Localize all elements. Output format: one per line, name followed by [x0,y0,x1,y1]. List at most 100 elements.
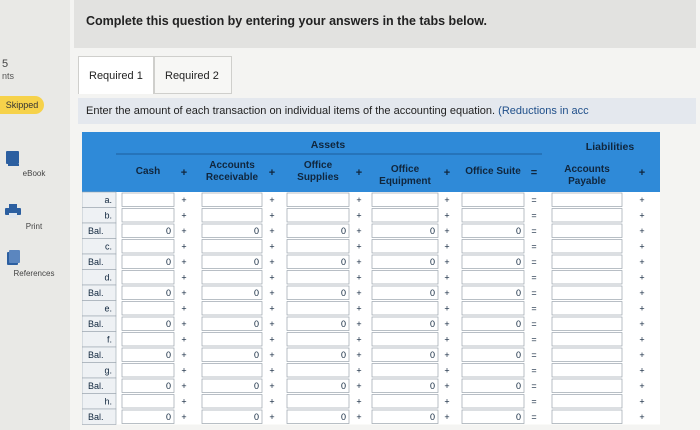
row-operator: = [531,242,536,252]
amount-input[interactable] [551,394,623,409]
row-label: Bal. [88,350,104,360]
amount-input[interactable] [371,394,439,409]
row-label: c. [105,242,112,252]
amount-input[interactable] [371,239,439,254]
amount-input[interactable] [551,285,623,300]
row-label: d. [104,273,112,283]
print-link[interactable]: Print [4,203,64,231]
amount-input[interactable] [201,332,263,347]
amount-input[interactable] [551,363,623,378]
amount-input[interactable] [286,332,350,347]
amount-input[interactable] [121,270,175,285]
amount-input[interactable] [286,254,350,269]
amount-input[interactable] [461,316,525,331]
amount-input[interactable] [551,301,623,316]
amount-input[interactable] [286,394,350,409]
tab-required-1[interactable]: Required 1 [78,56,154,94]
amount-input[interactable] [371,285,439,300]
amount-input[interactable] [461,301,525,316]
amount-input[interactable] [121,239,175,254]
balance-value: 0 [341,350,346,360]
amount-input[interactable] [461,285,525,300]
amount-input[interactable] [371,363,439,378]
amount-input[interactable] [201,394,263,409]
question-number: 5 [2,58,9,70]
amount-input[interactable] [286,363,350,378]
amount-input[interactable] [461,409,525,424]
amount-input[interactable] [201,208,263,223]
tab-required-2[interactable]: Required 2 [154,56,232,94]
amount-input[interactable] [371,409,439,424]
amount-input[interactable] [461,347,525,362]
amount-input[interactable] [371,316,439,331]
row-operator: + [444,319,449,329]
amount-input[interactable] [371,223,439,238]
amount-input[interactable] [286,192,350,207]
amount-input[interactable] [201,192,263,207]
amount-input[interactable] [286,378,350,393]
amount-input[interactable] [286,239,350,254]
amount-input[interactable] [461,192,525,207]
amount-input[interactable] [461,332,525,347]
amount-input[interactable] [371,378,439,393]
amount-input[interactable] [286,285,350,300]
row-operator: = [531,211,536,221]
amount-input[interactable] [286,223,350,238]
amount-input[interactable] [551,378,623,393]
amount-input[interactable] [461,223,525,238]
amount-input[interactable] [551,208,623,223]
amount-input[interactable] [371,254,439,269]
amount-input[interactable] [371,347,439,362]
amount-input[interactable] [371,192,439,207]
ebook-link[interactable]: eBook [4,150,64,178]
amount-input[interactable] [551,223,623,238]
amount-input[interactable] [461,363,525,378]
amount-input[interactable] [286,208,350,223]
references-label: References [13,269,55,278]
amount-input[interactable] [551,347,623,362]
amount-input[interactable] [461,254,525,269]
row-operator: + [639,319,644,329]
amount-input[interactable] [286,409,350,424]
row-operator: + [356,366,361,376]
row-operator: = [531,319,536,329]
row-operator: = [531,304,536,314]
amount-input[interactable] [121,192,175,207]
amount-input[interactable] [461,378,525,393]
amount-input[interactable] [201,239,263,254]
amount-input[interactable] [551,192,623,207]
amount-input[interactable] [371,301,439,316]
amount-input[interactable] [121,208,175,223]
printer-icon [4,203,64,219]
amount-input[interactable] [461,208,525,223]
row-operator: + [181,211,186,221]
amount-input[interactable] [371,332,439,347]
amount-input[interactable] [201,301,263,316]
amount-input[interactable] [461,394,525,409]
references-link[interactable]: References [4,250,64,278]
amount-input[interactable] [551,332,623,347]
amount-input[interactable] [121,301,175,316]
amount-input[interactable] [121,363,175,378]
question-indicator[interactable]: 5 nts [2,58,14,82]
balance-value: 0 [166,350,171,360]
amount-input[interactable] [286,301,350,316]
row-operator: + [269,319,274,329]
amount-input[interactable] [286,347,350,362]
amount-input[interactable] [201,363,263,378]
amount-input[interactable] [461,270,525,285]
amount-input[interactable] [371,208,439,223]
amount-input[interactable] [286,270,350,285]
row-label: Bal. [88,412,104,422]
amount-input[interactable] [371,270,439,285]
amount-input[interactable] [551,270,623,285]
amount-input[interactable] [121,394,175,409]
amount-input[interactable] [201,270,263,285]
amount-input[interactable] [551,239,623,254]
amount-input[interactable] [551,316,623,331]
amount-input[interactable] [121,332,175,347]
amount-input[interactable] [551,254,623,269]
amount-input[interactable] [551,409,623,424]
amount-input[interactable] [286,316,350,331]
amount-input[interactable] [461,239,525,254]
